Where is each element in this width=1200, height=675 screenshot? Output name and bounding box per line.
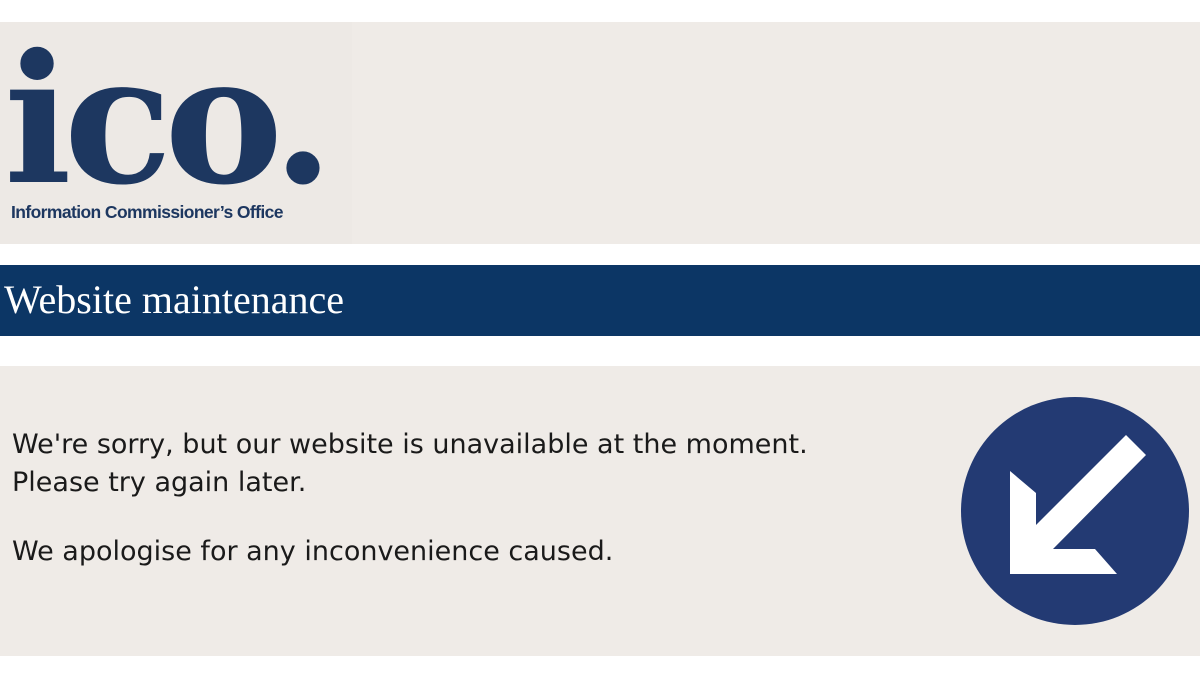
maintenance-panel: We're sorry, but our website is unavaila… [0,366,1200,656]
message-line-2: Please try again later. [12,467,307,498]
logo-subtitle: Information Commissioner’s Office [11,202,284,222]
logo-wordmark: ico. [4,22,326,224]
apology-message: We apologise for any inconvenience cause… [12,536,614,567]
maintenance-message: We're sorry, but our website is unavaila… [12,426,808,502]
title-bar: Website maintenance [0,265,1200,336]
message-line-1: We're sorry, but our website is unavaila… [12,429,808,460]
arrow-down-left-icon [961,397,1189,625]
page-title: Website maintenance [4,277,344,322]
header: ico. Information Commissioner’s Office [0,22,1200,244]
ico-logo: ico. Information Commissioner’s Office [0,22,352,244]
